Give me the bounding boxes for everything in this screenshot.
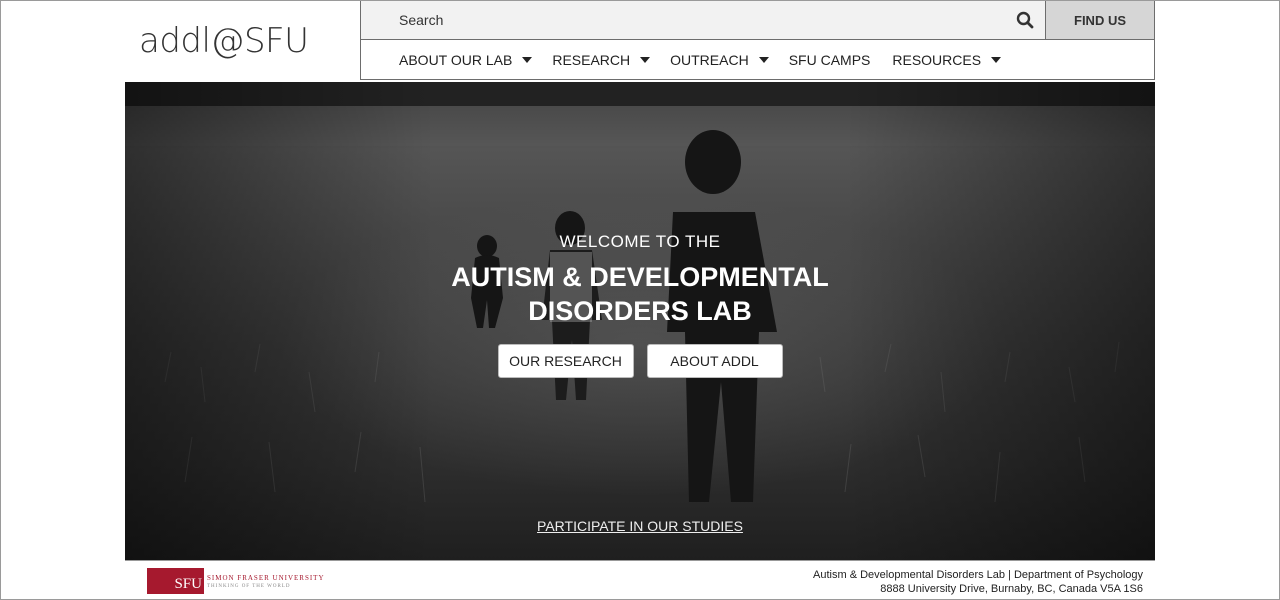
hero-welcome: WELCOME TO THE: [559, 232, 721, 251]
hero-title-line: AUTISM & DEVELOPMENTAL: [451, 262, 829, 292]
nav-item-label: RESEARCH: [552, 52, 631, 68]
nav-item-label: RESOURCES: [892, 52, 982, 68]
nav-item-about-our-lab[interactable]: ABOUT OUR LAB: [399, 52, 542, 68]
caret-down-icon[interactable]: [758, 57, 769, 63]
search-icon[interactable]: [1005, 1, 1045, 40]
nav-item-resources[interactable]: RESOURCES: [892, 52, 1011, 68]
sfu-tagline: THINKING OF THE WORLD: [207, 583, 291, 589]
nav-item-label: ABOUT OUR LAB: [399, 52, 513, 68]
hero-button-group: OUR RESEARCH ABOUT ADDL: [125, 344, 1155, 378]
header-bar: FIND US ABOUT OUR LAB RESEARCH OUTREACH …: [360, 0, 1155, 80]
nav-item-label: OUTREACH: [670, 52, 749, 68]
find-us-button[interactable]: FIND US: [1045, 1, 1154, 40]
hero-title: AUTISM & DEVELOPMENTAL DISORDERS LAB: [125, 260, 1155, 328]
participate-container: PARTICIPATE IN OUR STUDIES: [125, 518, 1155, 536]
caret-down-icon[interactable]: [991, 57, 1002, 63]
sfu-wordmark: SIMON FRASER UNIVERSITY THINKING OF THE …: [207, 574, 325, 589]
sfu-logo[interactable]: SFU SIMON FRASER UNIVERSITY THINKING OF …: [147, 568, 325, 594]
hero-title-line: DISORDERS LAB: [528, 296, 752, 326]
nav-item-label: SFU CAMPS: [788, 52, 871, 68]
caret-down-icon[interactable]: [640, 57, 651, 63]
search-bar: [361, 1, 1045, 40]
site-container: addl@SFU FIND US ABOUT OUR LAB RESEARCH: [125, 0, 1155, 600]
our-research-button[interactable]: OUR RESEARCH: [497, 344, 634, 378]
footer: SFU SIMON FRASER UNIVERSITY THINKING OF …: [125, 560, 1155, 600]
sfu-mark: SFU: [147, 568, 204, 594]
footer-line: 8888 University Drive, Burnaby, BC, Cana…: [880, 583, 1143, 595]
footer-address: Autism & Developmental Disorders Lab | D…: [813, 568, 1143, 596]
participate-link[interactable]: PARTICIPATE IN OUR STUDIES: [537, 518, 743, 534]
nav-item-sfu-camps[interactable]: SFU CAMPS: [789, 52, 871, 68]
logo-text: addl@SFU: [139, 21, 309, 61]
caret-down-icon[interactable]: [522, 57, 533, 63]
footer-line: Autism & Developmental Disorders Lab | D…: [813, 569, 1143, 581]
nav-item-outreach[interactable]: OUTREACH: [670, 52, 779, 68]
hero-banner: WELCOME TO THE AUTISM & DEVELOPMENTAL DI…: [125, 82, 1155, 560]
sfu-name: SIMON FRASER UNIVERSITY: [207, 573, 325, 582]
search-input[interactable]: [361, 1, 1005, 39]
site-logo[interactable]: addl@SFU: [125, 0, 360, 82]
nav-item-research[interactable]: RESEARCH: [552, 52, 660, 68]
about-addl-button[interactable]: ABOUT ADDL: [646, 344, 783, 378]
main-nav: ABOUT OUR LAB RESEARCH OUTREACH SFU CAMP…: [361, 40, 1154, 80]
